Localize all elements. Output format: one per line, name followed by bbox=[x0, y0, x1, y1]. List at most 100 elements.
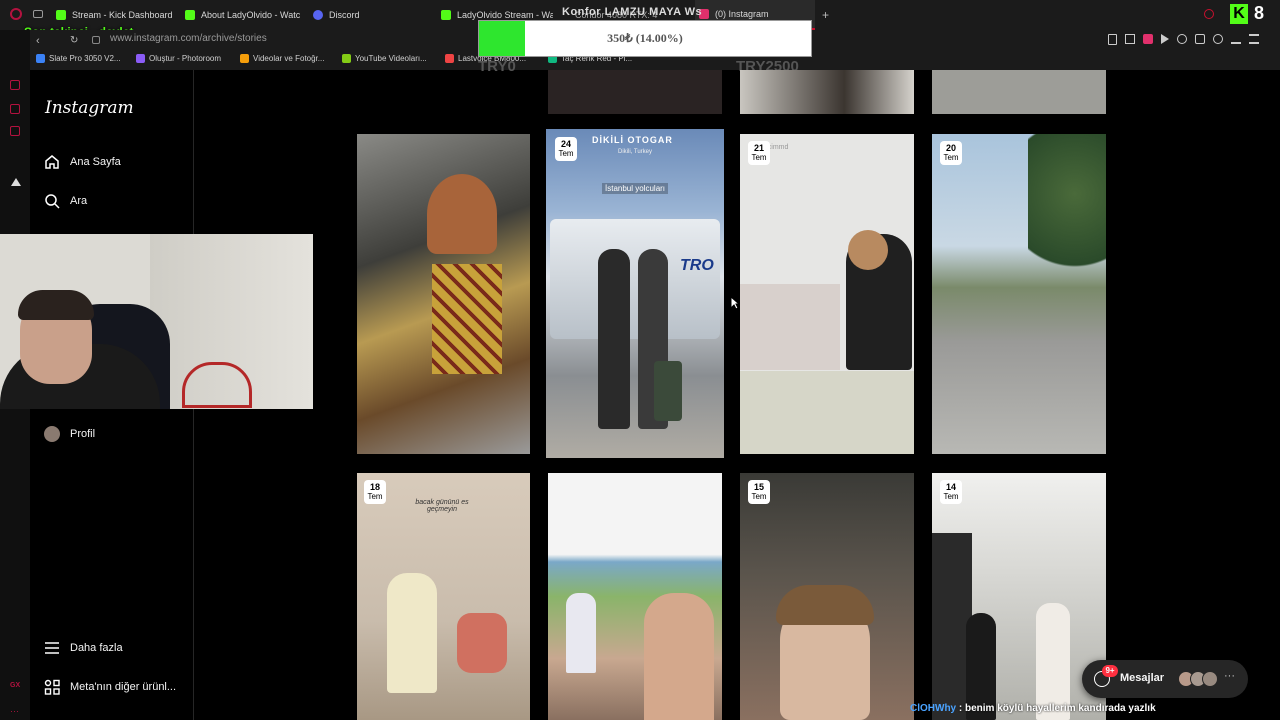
nav-more-label: Daha fazla bbox=[70, 642, 123, 654]
stream-marquee-text: Konfor LAMZU MAYA Ws bbox=[562, 6, 703, 18]
story-figure bbox=[776, 585, 874, 625]
opera-sidebar-icon[interactable] bbox=[10, 80, 20, 90]
hamburger-icon bbox=[45, 642, 59, 654]
story-date-badge: 20 Tem bbox=[940, 141, 962, 165]
story-date-day: 21 bbox=[753, 143, 764, 153]
search-icon bbox=[45, 194, 60, 209]
home-icon bbox=[45, 155, 59, 169]
bookmark-item[interactable]: Oluştur - Photoroom bbox=[136, 54, 221, 63]
story-thumbnail[interactable] bbox=[740, 473, 914, 720]
bookmark-favicon-icon bbox=[445, 54, 454, 63]
snapshot-icon[interactable] bbox=[1125, 34, 1135, 44]
nav-home[interactable]: Ana Sayfa bbox=[44, 154, 121, 170]
new-tab-icon[interactable]: + bbox=[822, 8, 829, 22]
pin-icon[interactable] bbox=[1108, 34, 1117, 45]
tab-about-ladyolvido[interactable]: About LadyOlvido - Watc bbox=[185, 0, 300, 30]
mouse-cursor-icon bbox=[730, 296, 740, 310]
webcam-birdcage bbox=[182, 362, 252, 408]
menu-icon[interactable] bbox=[1249, 34, 1259, 44]
story-thumbnail[interactable] bbox=[740, 70, 914, 114]
story-location-title: DİKİLİ OTOGAR bbox=[592, 135, 673, 145]
opera-logo-icon[interactable] bbox=[10, 8, 22, 20]
tab-label: LadyOlvido Stream - Wat bbox=[457, 10, 553, 20]
pocket-icon[interactable] bbox=[1143, 34, 1153, 44]
nav-meta[interactable]: Meta'nın diğer ürünl... bbox=[44, 679, 176, 695]
tab-label: About LadyOlvido - Watc bbox=[201, 10, 300, 20]
reload-icon[interactable]: ↻ bbox=[70, 35, 78, 46]
nav-more[interactable]: Daha fazla bbox=[44, 640, 123, 656]
story-date-day: 24 bbox=[560, 139, 571, 149]
bookmark-item[interactable]: Slate Pro 3050 V2... bbox=[36, 54, 121, 63]
story-luggage bbox=[654, 361, 682, 421]
opera-sidebar-icon[interactable] bbox=[10, 126, 20, 136]
story-date-badge: 15 Tem bbox=[748, 480, 770, 504]
story-date-day: 20 bbox=[945, 143, 956, 153]
gx-icon[interactable]: GX bbox=[10, 682, 20, 689]
meta-apps-icon bbox=[44, 679, 60, 695]
bookmark-label: Oluştur - Photoroom bbox=[149, 54, 222, 63]
story-figure bbox=[598, 249, 630, 429]
story-date-month: Tem bbox=[943, 492, 959, 501]
nav-meta-label: Meta'nın diğer ürünl... bbox=[70, 681, 177, 693]
webcam-person bbox=[18, 290, 94, 320]
arrow-up-icon[interactable] bbox=[11, 178, 21, 186]
messages-label: Mesajlar bbox=[1120, 672, 1165, 684]
tab-label: Discord bbox=[329, 10, 360, 20]
story-figure bbox=[644, 593, 714, 720]
story-thumbnail[interactable]: decimmd bbox=[740, 134, 914, 454]
story-thumbnail[interactable] bbox=[548, 70, 722, 114]
story-bus-text: TRO bbox=[680, 257, 714, 274]
more-icon[interactable]: ··· bbox=[10, 706, 19, 716]
story-thumbnail[interactable] bbox=[932, 473, 1106, 720]
kick-favicon-icon bbox=[56, 10, 66, 20]
tab-label: (0) Instagram bbox=[715, 9, 769, 19]
story-thumbnail[interactable] bbox=[932, 134, 1106, 454]
nav-profile[interactable]: Profil bbox=[44, 426, 95, 442]
story-figure bbox=[457, 613, 507, 673]
heart-icon[interactable] bbox=[1177, 34, 1187, 44]
bookmark-favicon-icon bbox=[240, 54, 249, 63]
story-thumbnail[interactable] bbox=[932, 70, 1106, 114]
story-date-badge: 14 Tem bbox=[940, 480, 962, 504]
story-figure bbox=[566, 593, 596, 673]
download-icon[interactable] bbox=[1231, 34, 1241, 44]
story-bus bbox=[550, 219, 720, 339]
story-thumbnail[interactable]: DİKİLİ OTOGAR Dikili, Turkey İstanbul yo… bbox=[546, 129, 724, 458]
chat-message: ClOHWhy : benim köylü hayallerim kandıra… bbox=[910, 703, 1210, 719]
nav-home-label: Ana Sayfa bbox=[70, 156, 121, 168]
story-figure bbox=[848, 230, 888, 270]
nav-search-label: Ara bbox=[70, 195, 88, 207]
donation-goal-text: 350₺ (14.00%) bbox=[607, 31, 683, 45]
messages-button[interactable]: 9+ Mesajlar ··· bbox=[1082, 660, 1248, 698]
kick-logo-icon: K bbox=[1230, 4, 1248, 24]
story-location-subtitle: Dikili, Turkey bbox=[618, 149, 653, 155]
bookmark-item[interactable]: Videolar ve Fotoğr... bbox=[240, 54, 324, 63]
story-date-badge: 18 Tem bbox=[364, 480, 386, 504]
chat-text: : benim köylü hayallerim kandırada yazlı… bbox=[958, 703, 1156, 714]
story-caption: bacak gününü es geçmeyin bbox=[415, 499, 469, 513]
story-date-day: 18 bbox=[369, 482, 380, 492]
story-thumbnail[interactable] bbox=[548, 473, 722, 720]
story-thumbnail[interactable]: bacak gününü es geçmeyin bbox=[357, 473, 530, 720]
story-date-month: Tem bbox=[751, 492, 767, 501]
bookmark-favicon-icon bbox=[342, 54, 351, 63]
nav-search[interactable]: Ara bbox=[44, 193, 87, 209]
tab-list-icon[interactable] bbox=[33, 10, 43, 18]
chat-username: ClOHWhy bbox=[910, 703, 957, 714]
search-tabs-icon[interactable] bbox=[1204, 9, 1214, 19]
story-bed bbox=[740, 284, 840, 370]
url-field[interactable]: www.instagram.com/archive/stories bbox=[110, 33, 267, 44]
play-icon[interactable] bbox=[1161, 34, 1169, 44]
easy-setup-icon[interactable] bbox=[1213, 34, 1223, 44]
bookmark-item[interactable]: YouTube Videoları... bbox=[342, 54, 427, 63]
story-tag: İstanbul yolcuları bbox=[602, 183, 669, 194]
story-thumbnail[interactable] bbox=[357, 134, 530, 454]
webcam-overlay bbox=[0, 234, 313, 409]
kick-favicon-icon bbox=[441, 10, 451, 20]
tab-discord[interactable]: Discord bbox=[313, 0, 433, 30]
opera-sidebar-icon[interactable] bbox=[10, 104, 20, 114]
extensions-icon[interactable] bbox=[1195, 34, 1205, 44]
story-figure bbox=[432, 264, 502, 374]
instagram-logo[interactable]: Instagram bbox=[45, 98, 134, 118]
back-icon[interactable]: ‹ bbox=[36, 35, 40, 47]
